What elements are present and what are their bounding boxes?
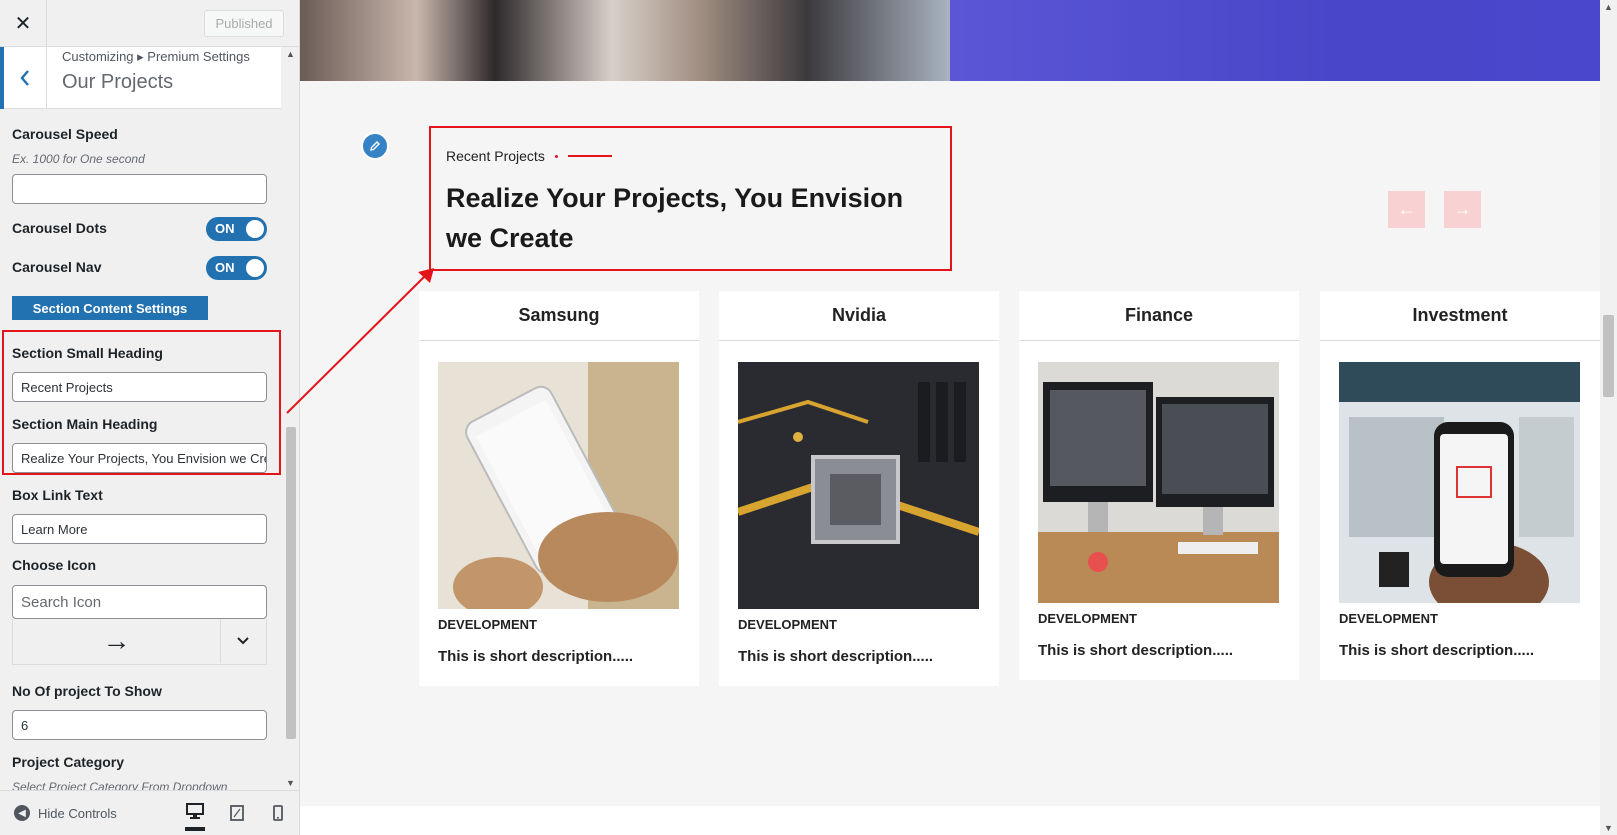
choose-icon-label: Choose Icon (12, 557, 97, 573)
desktop-icon (186, 803, 204, 819)
carousel-speed-label: Carousel Speed (12, 126, 118, 142)
toggle-knob (246, 220, 264, 238)
breadcrumb: Customizing ▸ Premium Settings (62, 49, 250, 64)
mobile-preview-button[interactable] (268, 803, 288, 823)
close-icon: ✕ (14, 13, 32, 35)
pencil-icon (370, 141, 380, 151)
carousel-speed-description: Ex. 1000 for One second (12, 152, 145, 166)
scroll-down-arrow[interactable]: ▼ (286, 778, 295, 788)
customizer-footer: ◀ Hide Controls (0, 790, 299, 835)
project-image[interactable] (1038, 362, 1279, 603)
project-card[interactable]: Investment DEVELOPMENT This is short des… (1320, 291, 1600, 680)
project-card[interactable]: Samsung DEVELOPMENT This is short descri… (419, 291, 699, 686)
project-category: DEVELOPMENT (1339, 611, 1438, 626)
project-image[interactable] (438, 362, 679, 609)
site-preview: Recent Projects Realize Your Projects, Y… (300, 0, 1600, 835)
scroll-down-arrow[interactable]: ▼ (1604, 823, 1613, 833)
hero-blue-overlay (950, 0, 1600, 81)
scroll-thumb[interactable] (1603, 315, 1614, 397)
icon-dropdown-toggle[interactable] (220, 619, 266, 663)
project-image[interactable] (1339, 362, 1580, 603)
carousel-prev-button[interactable]: ← (1388, 191, 1425, 228)
sidebar-scrollbar[interactable]: ▲ ▼ (284, 47, 298, 790)
project-card-title[interactable]: Finance (1019, 291, 1299, 341)
section-small-heading: Recent Projects (446, 148, 612, 164)
project-category: DEVELOPMENT (438, 617, 537, 632)
project-card-title[interactable]: Samsung (419, 291, 699, 341)
project-description: This is short description..... (1038, 642, 1234, 659)
arrow-right-icon: → (1453, 199, 1472, 219)
project-card-title[interactable]: Investment (1320, 291, 1600, 341)
project-description: This is short description..... (1339, 642, 1535, 659)
icon-picker: → (12, 619, 267, 665)
box-link-text-input[interactable]: Learn More (12, 514, 267, 544)
collapse-icon: ◀ (14, 805, 30, 821)
projects-count-label: No Of project To Show (12, 683, 162, 699)
publish-button[interactable]: Published (204, 10, 284, 37)
carousel-dots-label: Carousel Dots (12, 220, 107, 236)
section-title: Our Projects (62, 71, 174, 93)
carousel-nav-state: ON (215, 260, 235, 275)
project-card[interactable]: Nvidia DEVELOPMENT This is short descrip… (719, 291, 999, 686)
next-section-strip (300, 806, 1600, 835)
carousel-dots-toggle[interactable]: ON (206, 217, 267, 241)
section-main-heading: Realize Your Projects, You Envision we C… (446, 183, 904, 253)
tablet-preview-button[interactable] (227, 803, 247, 823)
project-description: This is short description..... (738, 648, 934, 665)
projects-count-input[interactable]: 6 (12, 710, 267, 740)
scroll-thumb[interactable] (286, 427, 296, 739)
hero-banner (300, 0, 1600, 81)
scroll-up-arrow[interactable]: ▲ (286, 49, 295, 59)
customizer-topbar: ✕ Published (0, 0, 299, 47)
section-header: Customizing ▸ Premium Settings Our Proje… (0, 47, 281, 109)
project-image[interactable] (738, 362, 979, 609)
small-heading-text: Recent Projects (446, 148, 545, 164)
project-category-label: Project Category (12, 754, 125, 770)
hero-photo (300, 0, 950, 81)
tablet-icon (230, 805, 244, 821)
project-description: This is short description..... (438, 648, 634, 665)
decor-dot (554, 154, 558, 158)
project-card[interactable]: Finance DEVELOPMENT This is short descri… (1019, 291, 1299, 680)
project-category: DEVELOPMENT (738, 617, 837, 632)
edit-shortcut-button[interactable] (361, 132, 389, 160)
close-button[interactable]: ✕ (0, 0, 47, 47)
chevron-down-icon (237, 637, 249, 645)
hide-controls-button[interactable]: ◀ Hide Controls (14, 805, 117, 821)
carousel-nav-label: Carousel Nav (12, 259, 102, 275)
desktop-preview-button[interactable] (185, 801, 205, 831)
carousel-speed-input[interactable] (12, 174, 267, 204)
scroll-up-arrow[interactable]: ▲ (1604, 2, 1613, 12)
mobile-icon (273, 805, 283, 821)
preview-scrollbar[interactable]: ▲ ▼ (1600, 0, 1617, 835)
project-category-description: Select Project Category From Dropdown (12, 780, 228, 790)
selected-arrow-icon[interactable]: → (13, 619, 221, 663)
customizer-sidebar: ✕ Published Customizing ▸ Premium Settin… (0, 0, 300, 835)
project-card-title[interactable]: Nvidia (719, 291, 999, 341)
box-link-text-label: Box Link Text (12, 487, 103, 503)
back-button[interactable] (0, 47, 47, 109)
carousel-dots-state: ON (215, 221, 235, 236)
decor-line (567, 155, 612, 157)
controls-panel: Carousel Speed Ex. 1000 for One second C… (0, 110, 281, 790)
hide-controls-label: Hide Controls (38, 805, 117, 821)
chevron-left-icon (20, 70, 29, 86)
project-category: DEVELOPMENT (1038, 611, 1137, 626)
carousel-nav-toggle[interactable]: ON (206, 256, 267, 280)
carousel-next-button[interactable]: → (1444, 191, 1481, 228)
annotation-highlight-box (2, 330, 281, 475)
icon-search-input[interactable]: Search Icon (12, 585, 267, 619)
section-content-settings-button[interactable]: Section Content Settings (12, 296, 208, 320)
arrow-left-icon: ← (1397, 199, 1416, 219)
toggle-knob (246, 259, 264, 277)
